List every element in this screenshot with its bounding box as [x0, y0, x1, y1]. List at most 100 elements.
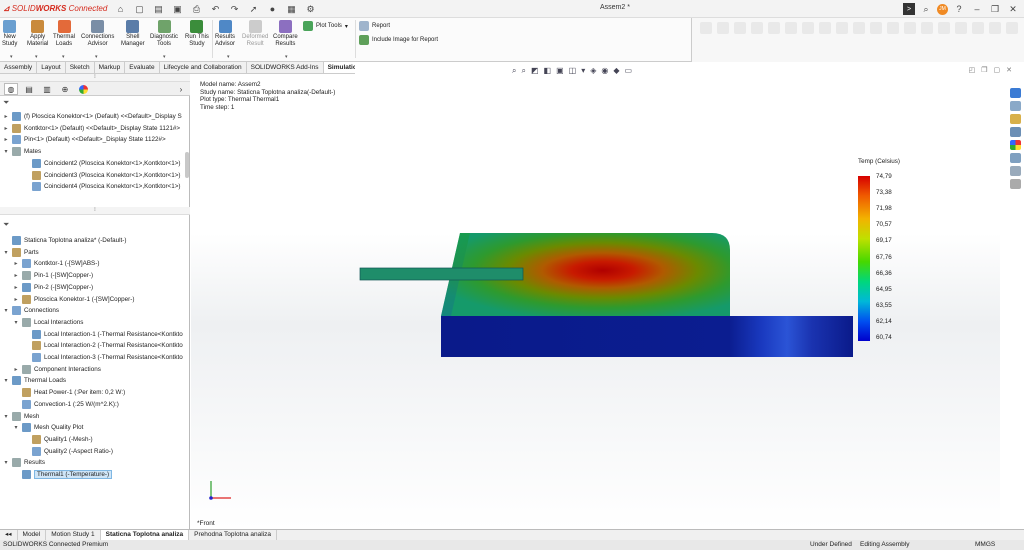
diagnostic-tools-button[interactable]: Diagnostic Tools [150, 20, 178, 47]
include-image-button[interactable]: Include Image for Report [359, 35, 438, 45]
view-settings-icon[interactable]: ▭ [625, 66, 633, 76]
file-explorer-icon[interactable] [1010, 114, 1021, 124]
apply-scene-icon[interactable]: ◆ [613, 66, 619, 76]
additional-pane-icon[interactable] [1010, 179, 1021, 189]
tree-item[interactable]: ▾ Mesh Quality Plot [13, 422, 83, 433]
undo-icon[interactable]: ↶ [207, 2, 224, 16]
tree-item[interactable]: Local Interaction-1 (-Thermal Resistance… [23, 329, 183, 340]
tab-markup[interactable]: Markup [95, 62, 126, 73]
tree-item[interactable]: ▾ Mesh [3, 411, 39, 422]
shell-manager-button[interactable]: Shell Manager [121, 20, 145, 47]
chevron-down-icon[interactable]: ▾ [3, 249, 9, 256]
chevron-down-icon[interactable]: ▾ [10, 54, 13, 60]
view-orientation-icon[interactable]: ◫ [569, 66, 577, 76]
close-icon[interactable]: ✕ [1006, 2, 1020, 16]
home-icon[interactable]: ⌂ [112, 2, 129, 16]
save-icon[interactable]: ▣ [169, 2, 186, 16]
section-view-icon[interactable]: ◧ [544, 66, 552, 76]
scroll-left-icon[interactable]: ◂◂ [0, 530, 18, 540]
rebuild-icon[interactable]: ● [264, 2, 281, 16]
chevron-down-icon[interactable]: ▾ [95, 54, 98, 60]
tree-item[interactable]: Coincident3 (Ploscica Konektor<1>,Kontkt… [23, 170, 181, 181]
zoom-area-icon[interactable]: ⌕ [521, 66, 525, 76]
hide-show-icon[interactable]: ◈ [590, 66, 596, 76]
help-icon[interactable]: ? [952, 2, 966, 16]
tree-item[interactable]: ▸ Kontktor<1> (Default) <<Default>_Displa… [3, 123, 180, 134]
tree-item[interactable]: Quality2 (-Aspect Ratio-) [23, 446, 113, 457]
tree-item[interactable]: Coincident4 (Ploscica Konektor<1>,Kontkt… [23, 181, 181, 192]
restore-icon[interactable]: ❐ [981, 66, 987, 74]
tree-item[interactable]: ▾ Parts [3, 247, 39, 258]
tree-item[interactable]: ▸ Kontktor-1 (-[SW]ABS-) [13, 258, 99, 269]
avatar[interactable]: JM [937, 3, 948, 15]
chevron-right-icon[interactable]: ▸ [13, 296, 19, 303]
report-button[interactable]: Report [359, 21, 390, 31]
tree-item[interactable]: Convection-1 (:25 W/(m^2.K):) [13, 399, 119, 410]
chevron-right-icon[interactable]: ▸ [13, 366, 19, 373]
chevron-down-icon[interactable]: ▾ [35, 54, 38, 60]
tree-item[interactable]: Heat Power-1 (:Per item: 0,2 W:) [13, 387, 125, 398]
tree-item[interactable]: Quality1 (-Mesh-) [23, 434, 93, 445]
dimxpert-tab-icon[interactable]: ⊕ [58, 83, 72, 95]
tree-item[interactable]: ▸ Pin<1> (Default) <<Default>_Display Sta… [3, 134, 166, 145]
tab-static-thermal-study[interactable]: Staticna Toplotna analiza [100, 530, 190, 540]
solidworks-forum-icon[interactable] [1010, 166, 1021, 176]
resources-icon[interactable] [1010, 88, 1021, 98]
view-palette-icon[interactable] [1010, 127, 1021, 137]
previous-view-icon[interactable]: ◩ [531, 66, 539, 76]
tab-model[interactable]: Model [18, 530, 47, 540]
open-icon[interactable]: ▤ [150, 2, 167, 16]
new-document-icon[interactable]: ▢ [131, 2, 148, 16]
chevron-right-icon[interactable]: › [174, 83, 188, 95]
tree-item[interactable]: ▸ Pin-2 (-[SW]Copper-) [13, 282, 93, 293]
tree-item[interactable]: ▾ Connections [3, 305, 59, 316]
tree-item[interactable]: Thermal1 (-Temperature-) [13, 469, 113, 480]
connections-advisor-button[interactable]: Connections Advisor [81, 20, 114, 47]
appearances-icon[interactable] [1010, 140, 1021, 150]
new-study-button[interactable]: New Study [2, 20, 17, 47]
tree-item[interactable]: ▾ Mates [3, 146, 41, 157]
chevron-down-icon[interactable]: ▾ [3, 377, 9, 384]
chevron-right-icon[interactable]: ▸ [13, 260, 19, 267]
tree-scrollbar[interactable] [185, 152, 189, 178]
chevron-down-icon[interactable]: ▾ [3, 307, 9, 314]
tree-item[interactable]: Staticna Toplotna analiza* (-Default-) [3, 235, 126, 246]
maximize-icon[interactable]: ▢ [994, 66, 1001, 74]
tree-item[interactable]: ▾ Results [3, 457, 45, 468]
custom-properties-icon[interactable] [1010, 153, 1021, 163]
chevron-down-icon[interactable]: ▾ [3, 459, 9, 466]
apply-material-button[interactable]: Apply Material [27, 20, 48, 47]
dynamic-annotation-icon[interactable]: ▣ [556, 66, 564, 76]
search-icon[interactable]: ⌕ [919, 2, 933, 16]
tile-icon[interactable]: ◰ [969, 66, 976, 74]
tab-layout[interactable]: Layout [37, 62, 66, 73]
display-manager-tab-icon[interactable] [76, 83, 90, 95]
edit-appearance-icon[interactable]: ◉ [601, 66, 608, 76]
tree-item[interactable]: Local Interaction-2 (-Thermal Resistance… [23, 340, 183, 351]
tree-item[interactable]: ▸ Pin-1 (-[SW]Copper-) [13, 270, 93, 281]
run-study-button[interactable]: Run This Study [185, 20, 209, 47]
plot-tools-button[interactable]: Plot Tools ▾ [303, 21, 348, 31]
results-advisor-button[interactable]: Results Advisor [215, 20, 235, 47]
panel-splitter[interactable]: ⁞ [0, 74, 190, 82]
chevron-down-icon[interactable]: ▾ [3, 413, 9, 420]
tab-addins[interactable]: SOLIDWORKS Add-Ins [247, 62, 324, 73]
tree-item[interactable]: Local Interaction-3 (-Thermal Resistance… [23, 352, 183, 363]
chevron-down-icon[interactable]: ▾ [62, 54, 65, 60]
compare-results-button[interactable]: Compare Results [273, 20, 298, 47]
close-icon[interactable]: ✕ [1006, 66, 1012, 74]
thermal-loads-button[interactable]: Thermal Loads [53, 20, 75, 47]
feature-manager-tab-icon[interactable]: ◍ [4, 83, 18, 95]
design-library-icon[interactable] [1010, 101, 1021, 111]
redo-icon[interactable]: ↷ [226, 2, 243, 16]
print-icon[interactable]: ⎙ [188, 2, 205, 16]
file-properties-icon[interactable]: ▦ [283, 2, 300, 16]
command-prompt-icon[interactable]: > [903, 3, 915, 15]
zoom-fit-icon[interactable]: ⌕ [512, 66, 516, 76]
status-units[interactable]: MMGS [975, 540, 995, 550]
tree-item[interactable]: Coincident2 (Ploscica Konektor<1>,Kontkt… [23, 158, 181, 169]
chevron-down-icon[interactable]: ▾ [13, 319, 19, 326]
tab-transient-thermal-study[interactable]: Prehodna Toplotna analiza [189, 530, 277, 540]
filter-icon[interactable]: ⏷ [3, 220, 9, 230]
filter-icon[interactable]: ⏷ [3, 98, 9, 108]
